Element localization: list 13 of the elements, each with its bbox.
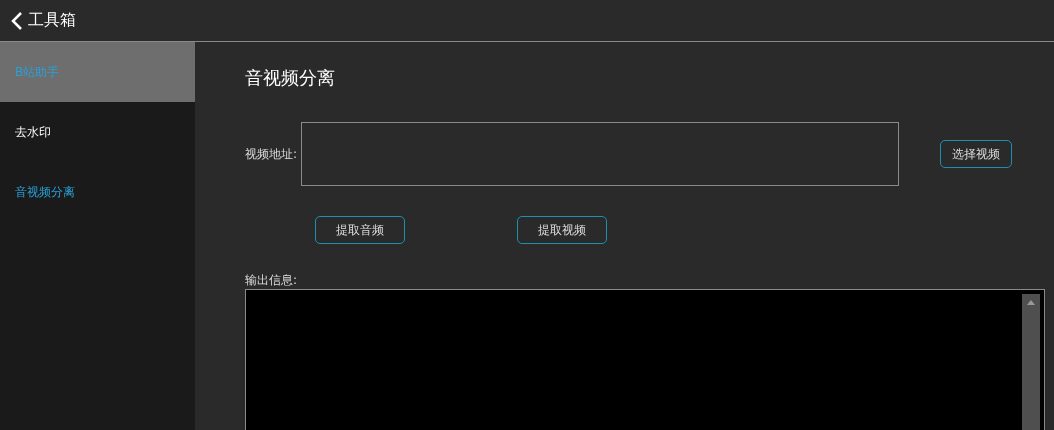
- extract-button[interactable]: 提取音频: [315, 216, 405, 244]
- video-url-field[interactable]: [301, 122, 900, 186]
- section-title: 音视频分离: [245, 66, 336, 90]
- scroll-up-arrow-icon[interactable]: [1027, 300, 1035, 305]
- scrollbar[interactable]: [1022, 294, 1040, 430]
- page-title: 工具箱: [28, 10, 76, 31]
- sidebar-item[interactable]: 音视频分离: [0, 162, 195, 222]
- choose-video-button[interactable]: 选择视频: [940, 140, 1013, 168]
- field-label: 视频地址:: [245, 145, 298, 163]
- extract-button[interactable]: 提取视频: [517, 216, 607, 244]
- output-label: 输出信息:: [245, 272, 299, 289]
- sidebar-item[interactable]: 去水印: [0, 102, 195, 162]
- back-icon[interactable]: [10, 10, 24, 31]
